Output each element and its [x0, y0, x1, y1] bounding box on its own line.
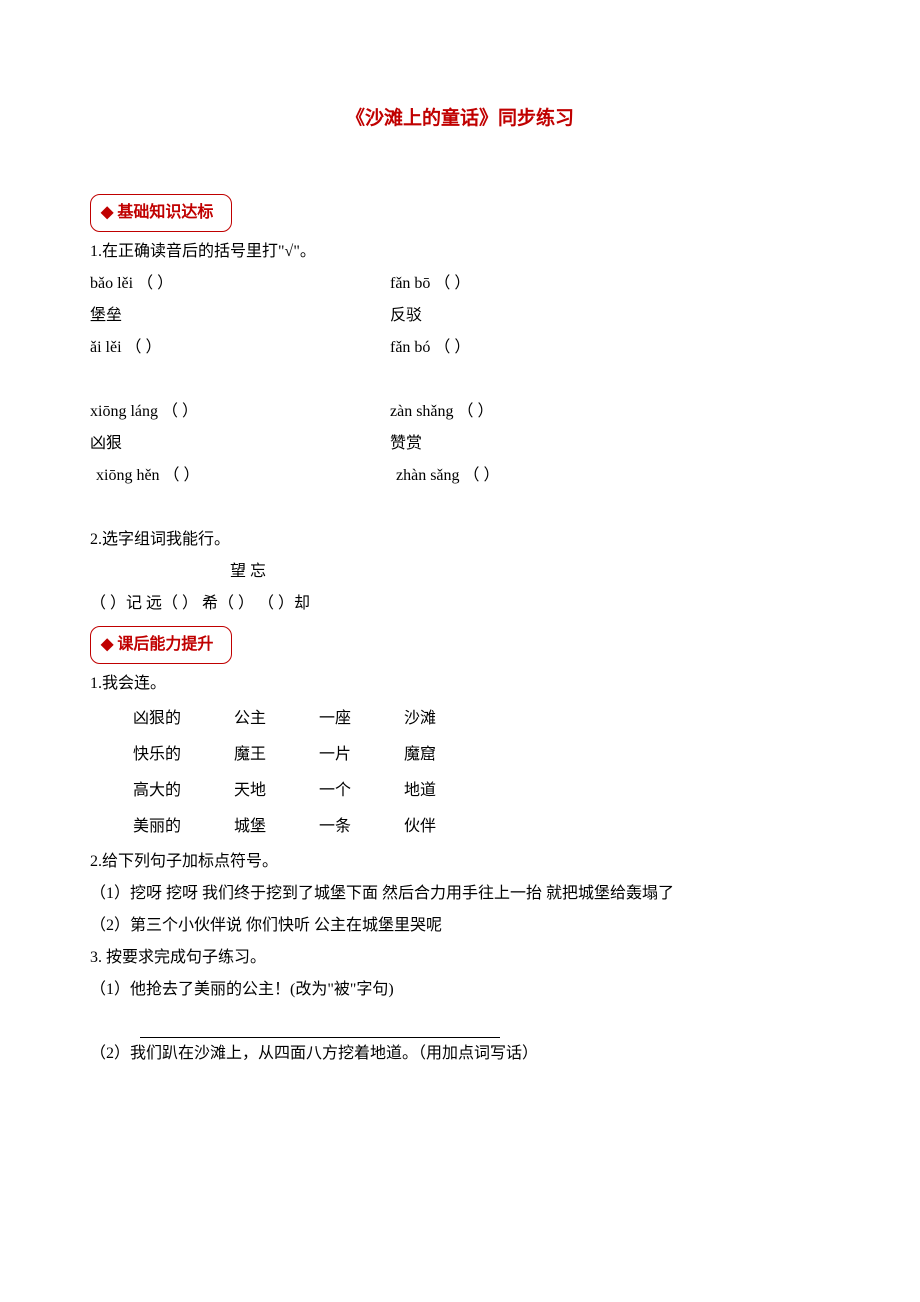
diamond-icon: ◆ — [101, 636, 113, 653]
cell: 伙伴 — [403, 810, 486, 844]
page-title: 《沙滩上的童话》同步练习 — [90, 100, 830, 138]
q1-item4-py2: zhàn sǎng （ ） — [396, 460, 696, 492]
section-tag-label: 课后能力提升 — [117, 636, 213, 653]
q1-item1-py2: ǎi lěi （ ） — [90, 332, 390, 364]
q1-row2: ǎi lěi （ ） fǎn bó （ ） — [90, 332, 830, 364]
cell: 美丽的 — [132, 810, 231, 844]
q1-item4-hz: 赞赏 — [390, 428, 690, 460]
q1-prompt: 1.在正确读音后的括号里打"√"。 — [90, 236, 830, 268]
q1-item3-hz: 凶狠 — [90, 428, 390, 460]
section-tag-advanced: ◆课后能力提升 — [90, 626, 232, 664]
cell: 魔窟 — [403, 738, 486, 772]
p2-s2: （2）第三个小伙伴说 你们快听 公主在城堡里哭呢 — [90, 910, 830, 942]
p1-prompt: 1.我会连。 — [90, 668, 830, 700]
q2-blanks: （ ）记 远（ ） 希（ ） （ ）却 — [90, 588, 830, 620]
p3-answer-line — [90, 1006, 830, 1038]
cell: 魔王 — [233, 738, 316, 772]
cell: 一个 — [318, 774, 401, 808]
cell: 一条 — [318, 810, 401, 844]
q1-item1-hz: 堡垒 — [90, 300, 390, 332]
q2-chars: 望 忘 — [230, 556, 830, 588]
matching-table: 凶狠的 公主 一座 沙滩 快乐的 魔王 一片 魔窟 高大的 天地 一个 地道 美… — [130, 700, 488, 846]
q1-row-hz2: 凶狠 赞赏 — [90, 428, 830, 460]
table-row: 美丽的 城堡 一条 伙伴 — [132, 810, 486, 844]
q1-item1-py1: bǎo lěi （ ） — [90, 268, 390, 300]
q1-item3-py2: xiōng hěn （ ） — [96, 460, 396, 492]
p3-s2: （2）我们趴在沙滩上，从四面八方挖着地道。（用加点词写话） — [90, 1038, 830, 1070]
cell: 地道 — [403, 774, 486, 808]
q1-item3-py1: xiōng láng （ ） — [90, 396, 390, 428]
section-tag-label: 基础知识达标 — [117, 204, 213, 221]
q1-item4-py1: zàn shǎng （ ） — [390, 396, 690, 428]
q1-row-hz1: 堡垒 反驳 — [90, 300, 830, 332]
section-tag-basics: ◆基础知识达标 — [90, 194, 232, 232]
q1-row3: xiōng láng （ ） zàn shǎng （ ） — [90, 396, 830, 428]
q1-row1: bǎo lěi （ ） fǎn bō （ ） — [90, 268, 830, 300]
cell: 城堡 — [233, 810, 316, 844]
q2-prompt: 2.选字组词我能行。 — [90, 524, 830, 556]
cell: 高大的 — [132, 774, 231, 808]
p3-s1: （1）他抢去了美丽的公主！(改为"被"字句) — [90, 974, 830, 1006]
cell: 凶狠的 — [132, 702, 231, 736]
answer-blank[interactable] — [140, 1018, 500, 1038]
cell: 公主 — [233, 702, 316, 736]
q1-item2-hz: 反驳 — [390, 300, 690, 332]
table-row: 高大的 天地 一个 地道 — [132, 774, 486, 808]
diamond-icon: ◆ — [101, 204, 113, 221]
table-row: 凶狠的 公主 一座 沙滩 — [132, 702, 486, 736]
cell: 沙滩 — [403, 702, 486, 736]
table-row: 快乐的 魔王 一片 魔窟 — [132, 738, 486, 772]
cell: 天地 — [233, 774, 316, 808]
q1-item2-py2: fǎn bó （ ） — [390, 332, 690, 364]
q1-item2-py1: fǎn bō （ ） — [390, 268, 690, 300]
cell: 一片 — [318, 738, 401, 772]
q1-row4: xiōng hěn （ ） zhàn sǎng （ ） — [90, 460, 830, 492]
p2-s1: （1）挖呀 挖呀 我们终于挖到了城堡下面 然后合力用手往上一抬 就把城堡给轰塌了 — [90, 878, 830, 910]
p2-prompt: 2.给下列句子加标点符号。 — [90, 846, 830, 878]
p3-prompt: 3. 按要求完成句子练习。 — [90, 942, 830, 974]
worksheet-page: 《沙滩上的童话》同步练习 ◆基础知识达标 1.在正确读音后的括号里打"√"。 b… — [0, 0, 920, 1302]
cell: 一座 — [318, 702, 401, 736]
cell: 快乐的 — [132, 738, 231, 772]
